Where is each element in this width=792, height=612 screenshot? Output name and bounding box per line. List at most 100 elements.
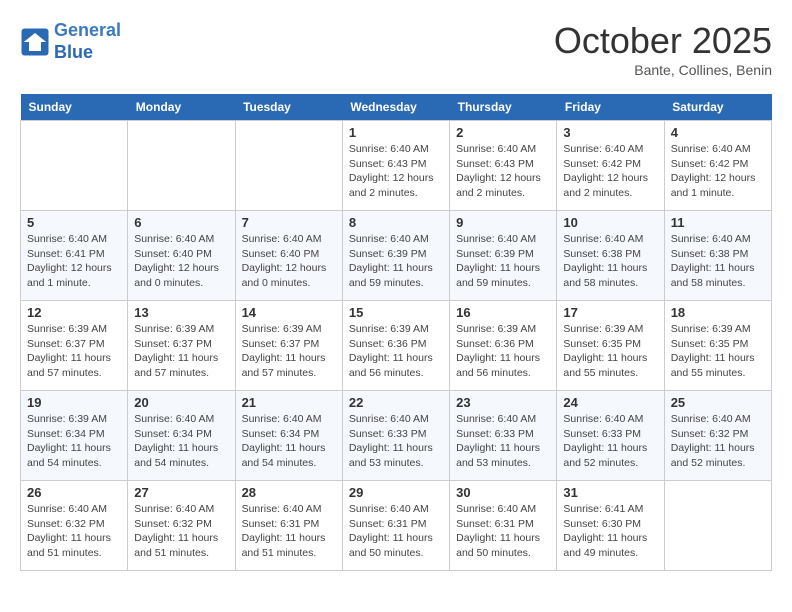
day-info: Sunrise: 6:40 AMSunset: 6:33 PMDaylight:…	[349, 412, 443, 471]
day-number: 2	[456, 125, 550, 140]
day-info: Sunrise: 6:40 AMSunset: 6:31 PMDaylight:…	[456, 502, 550, 561]
day-info: Sunrise: 6:40 AMSunset: 6:39 PMDaylight:…	[456, 232, 550, 291]
calendar-cell: 5 Sunrise: 6:40 AMSunset: 6:41 PMDaylight…	[21, 211, 128, 301]
calendar-cell	[235, 121, 342, 211]
day-info: Sunrise: 6:40 AMSunset: 6:43 PMDaylight:…	[456, 142, 550, 201]
day-number: 8	[349, 215, 443, 230]
day-info: Sunrise: 6:40 AMSunset: 6:41 PMDaylight:…	[27, 232, 121, 291]
day-number: 3	[563, 125, 657, 140]
day-info: Sunrise: 6:40 AMSunset: 6:31 PMDaylight:…	[242, 502, 336, 561]
calendar-cell: 2 Sunrise: 6:40 AMSunset: 6:43 PMDaylight…	[450, 121, 557, 211]
calendar-cell: 23 Sunrise: 6:40 AMSunset: 6:33 PMDayligh…	[450, 391, 557, 481]
calendar-cell: 31Sunrise: 6:41 AMSunset: 6:30 PMDayligh…	[557, 481, 664, 571]
day-info: Sunrise: 6:39 AMSunset: 6:34 PMDaylight:…	[27, 412, 121, 471]
day-number: 17	[563, 305, 657, 320]
day-info: Sunrise: 6:40 AMSunset: 6:42 PMDaylight:…	[563, 142, 657, 201]
calendar-cell: 24 Sunrise: 6:40 AMSunset: 6:33 PMDayligh…	[557, 391, 664, 481]
calendar-cell: 22 Sunrise: 6:40 AMSunset: 6:33 PMDayligh…	[342, 391, 449, 481]
calendar-cell: 10 Sunrise: 6:40 AMSunset: 6:38 PMDayligh…	[557, 211, 664, 301]
weekday-header-sunday: Sunday	[21, 94, 128, 121]
logo-icon	[20, 27, 50, 57]
day-number: 22	[349, 395, 443, 410]
calendar-cell: 27Sunrise: 6:40 AMSunset: 6:32 PMDayligh…	[128, 481, 235, 571]
week-row-5: 26 Sunrise: 6:40 AMSunset: 6:32 PMDayligh…	[21, 481, 772, 571]
weekday-header-wednesday: Wednesday	[342, 94, 449, 121]
day-number: 9	[456, 215, 550, 230]
day-info: Sunrise: 6:40 AMSunset: 6:33 PMDaylight:…	[563, 412, 657, 471]
day-number: 14	[242, 305, 336, 320]
logo-text: General Blue	[54, 20, 121, 63]
week-row-2: 5 Sunrise: 6:40 AMSunset: 6:41 PMDaylight…	[21, 211, 772, 301]
calendar-cell: 28 Sunrise: 6:40 AMSunset: 6:31 PMDayligh…	[235, 481, 342, 571]
weekday-header-row: SundayMondayTuesdayWednesdayThursdayFrid…	[21, 94, 772, 121]
day-info: Sunrise: 6:40 AMSunset: 6:32 PMDaylight:…	[27, 502, 121, 561]
day-info: Sunrise: 6:40 AMSunset: 6:38 PMDaylight:…	[563, 232, 657, 291]
day-number: 15	[349, 305, 443, 320]
calendar-cell: 30 Sunrise: 6:40 AMSunset: 6:31 PMDayligh…	[450, 481, 557, 571]
calendar-cell: 13Sunrise: 6:39 AMSunset: 6:37 PMDayligh…	[128, 301, 235, 391]
calendar-cell: 26 Sunrise: 6:40 AMSunset: 6:32 PMDayligh…	[21, 481, 128, 571]
calendar-cell: 1 Sunrise: 6:40 AMSunset: 6:43 PMDaylight…	[342, 121, 449, 211]
calendar-cell: 17Sunrise: 6:39 AMSunset: 6:35 PMDayligh…	[557, 301, 664, 391]
day-info: Sunrise: 6:40 AMSunset: 6:32 PMDaylight:…	[671, 412, 765, 471]
calendar-cell: 25 Sunrise: 6:40 AMSunset: 6:32 PMDayligh…	[664, 391, 771, 481]
day-number: 1	[349, 125, 443, 140]
day-number: 5	[27, 215, 121, 230]
day-info: Sunrise: 6:39 AMSunset: 6:37 PMDaylight:…	[27, 322, 121, 381]
calendar-cell: 7 Sunrise: 6:40 AMSunset: 6:40 PMDaylight…	[235, 211, 342, 301]
day-info: Sunrise: 6:39 AMSunset: 6:36 PMDaylight:…	[456, 322, 550, 381]
day-info: Sunrise: 6:40 AMSunset: 6:34 PMDaylight:…	[242, 412, 336, 471]
day-number: 10	[563, 215, 657, 230]
day-info: Sunrise: 6:40 AMSunset: 6:31 PMDaylight:…	[349, 502, 443, 561]
location-subtitle: Bante, Collines, Benin	[554, 62, 772, 78]
calendar-cell: 9 Sunrise: 6:40 AMSunset: 6:39 PMDaylight…	[450, 211, 557, 301]
weekday-header-saturday: Saturday	[664, 94, 771, 121]
day-number: 7	[242, 215, 336, 230]
day-info: Sunrise: 6:39 AMSunset: 6:37 PMDaylight:…	[134, 322, 228, 381]
calendar-table: SundayMondayTuesdayWednesdayThursdayFrid…	[20, 94, 772, 571]
day-number: 21	[242, 395, 336, 410]
day-info: Sunrise: 6:40 AMSunset: 6:40 PMDaylight:…	[242, 232, 336, 291]
day-info: Sunrise: 6:40 AMSunset: 6:43 PMDaylight:…	[349, 142, 443, 201]
calendar-cell: 18Sunrise: 6:39 AMSunset: 6:35 PMDayligh…	[664, 301, 771, 391]
day-number: 19	[27, 395, 121, 410]
day-info: Sunrise: 6:40 AMSunset: 6:33 PMDaylight:…	[456, 412, 550, 471]
calendar-cell: 19 Sunrise: 6:39 AMSunset: 6:34 PMDayligh…	[21, 391, 128, 481]
day-info: Sunrise: 6:41 AMSunset: 6:30 PMDaylight:…	[563, 502, 657, 561]
calendar-cell: 3 Sunrise: 6:40 AMSunset: 6:42 PMDaylight…	[557, 121, 664, 211]
day-number: 25	[671, 395, 765, 410]
calendar-cell: 11Sunrise: 6:40 AMSunset: 6:38 PMDayligh…	[664, 211, 771, 301]
day-number: 23	[456, 395, 550, 410]
day-info: Sunrise: 6:40 AMSunset: 6:39 PMDaylight:…	[349, 232, 443, 291]
calendar-cell: 21 Sunrise: 6:40 AMSunset: 6:34 PMDayligh…	[235, 391, 342, 481]
day-number: 6	[134, 215, 228, 230]
day-number: 30	[456, 485, 550, 500]
day-number: 28	[242, 485, 336, 500]
day-number: 26	[27, 485, 121, 500]
week-row-4: 19 Sunrise: 6:39 AMSunset: 6:34 PMDayligh…	[21, 391, 772, 481]
week-row-3: 12Sunrise: 6:39 AMSunset: 6:37 PMDayligh…	[21, 301, 772, 391]
calendar-cell: 6 Sunrise: 6:40 AMSunset: 6:40 PMDaylight…	[128, 211, 235, 301]
calendar-cell: 12Sunrise: 6:39 AMSunset: 6:37 PMDayligh…	[21, 301, 128, 391]
calendar-cell: 15 Sunrise: 6:39 AMSunset: 6:36 PMDayligh…	[342, 301, 449, 391]
day-info: Sunrise: 6:40 AMSunset: 6:38 PMDaylight:…	[671, 232, 765, 291]
weekday-header-monday: Monday	[128, 94, 235, 121]
calendar-cell: 29 Sunrise: 6:40 AMSunset: 6:31 PMDayligh…	[342, 481, 449, 571]
day-info: Sunrise: 6:39 AMSunset: 6:36 PMDaylight:…	[349, 322, 443, 381]
calendar-cell: 4Sunrise: 6:40 AMSunset: 6:42 PMDaylight…	[664, 121, 771, 211]
weekday-header-friday: Friday	[557, 94, 664, 121]
day-number: 20	[134, 395, 228, 410]
day-info: Sunrise: 6:40 AMSunset: 6:34 PMDaylight:…	[134, 412, 228, 471]
title-block: October 2025 Bante, Collines, Benin	[554, 20, 772, 78]
day-number: 29	[349, 485, 443, 500]
day-number: 16	[456, 305, 550, 320]
day-info: Sunrise: 6:40 AMSunset: 6:40 PMDaylight:…	[134, 232, 228, 291]
day-number: 24	[563, 395, 657, 410]
calendar-cell	[128, 121, 235, 211]
calendar-cell: 14Sunrise: 6:39 AMSunset: 6:37 PMDayligh…	[235, 301, 342, 391]
day-number: 27	[134, 485, 228, 500]
day-info: Sunrise: 6:40 AMSunset: 6:42 PMDaylight:…	[671, 142, 765, 201]
day-info: Sunrise: 6:39 AMSunset: 6:35 PMDaylight:…	[671, 322, 765, 381]
calendar-cell	[21, 121, 128, 211]
calendar-cell: 16 Sunrise: 6:39 AMSunset: 6:36 PMDayligh…	[450, 301, 557, 391]
